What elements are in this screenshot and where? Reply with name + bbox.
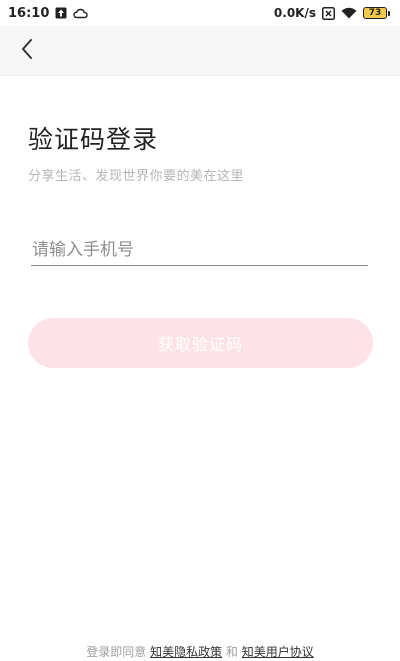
page-title: 验证码登录 (28, 125, 159, 154)
footer-conjunction: 和 (225, 645, 238, 659)
back-button[interactable] (12, 36, 42, 66)
status-time: 16:10 (8, 5, 50, 21)
cloud-icon (73, 8, 89, 19)
get-code-button[interactable]: 获取验证码 (28, 318, 373, 368)
battery-level: 73 (363, 7, 387, 19)
status-bar-right: 0.0K/s 73 (274, 6, 390, 20)
nav-bar (0, 26, 400, 76)
chevron-left-icon (20, 38, 34, 64)
status-bar: 16:10 0.0K/s 73 (0, 0, 400, 26)
battery-tip (388, 10, 390, 16)
login-screen: 16:10 0.0K/s 73 验证码登录 分享生活、发现世界你要的美在这里 请… (0, 0, 400, 661)
privacy-policy-link[interactable]: 知美隐私政策 (150, 645, 222, 659)
upload-icon (55, 7, 67, 19)
status-bar-left: 16:10 (8, 5, 89, 21)
phone-input[interactable] (31, 234, 368, 266)
net-speed: 0.0K/s (273, 6, 316, 20)
footer-prefix: 登录即同意 (86, 645, 147, 659)
battery-icon: 73 (363, 7, 390, 19)
wifi-icon (341, 7, 357, 19)
agreement-footer: 登录即同意 知美隐私政策 和 知美用户协议 (0, 643, 400, 660)
user-agreement-link[interactable]: 知美用户协议 (242, 645, 314, 659)
page-subtitle: 分享生活、发现世界你要的美在这里 (28, 169, 245, 184)
sim-x-icon (322, 6, 335, 20)
